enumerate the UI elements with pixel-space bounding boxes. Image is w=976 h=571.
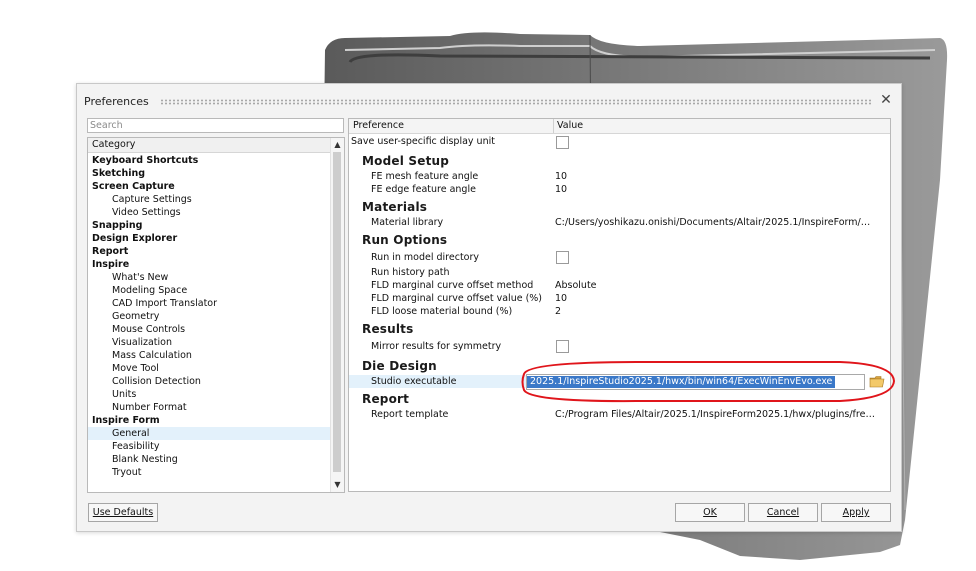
category-item[interactable]: Sketching <box>88 167 330 180</box>
pref-row-run-in-dir: Run in model directory <box>349 251 890 264</box>
value-column-header: Value <box>553 119 583 133</box>
close-icon[interactable]: ✕ <box>879 93 893 107</box>
category-item[interactable]: Screen Capture <box>88 180 330 193</box>
apply-button[interactable]: Apply <box>821 503 891 522</box>
mirror-results-checkbox[interactable] <box>556 340 569 353</box>
category-item[interactable]: Geometry <box>88 310 330 323</box>
pref-row-fld-method: FLD marginal curve offset method Absolut… <box>349 279 890 292</box>
studio-executable-value: 2025.1/InspireStudio2025.1/hwx/bin/win64… <box>527 376 836 388</box>
preferences-panel: Preference Value Save user-specific disp… <box>348 118 891 492</box>
pref-label: FLD loose material bound (%) <box>371 306 513 317</box>
fld-method-value[interactable]: Absolute <box>555 279 597 292</box>
cancel-label: Cancel <box>766 507 800 518</box>
category-item[interactable]: Snapping <box>88 219 330 232</box>
category-list: Keyboard Shortcuts Sketching Screen Captur… <box>88 154 330 479</box>
section-results: Results <box>362 322 414 336</box>
category-item[interactable]: Visualization <box>88 336 330 349</box>
pref-row-fe-mesh: FE mesh feature angle 10 <box>349 170 890 183</box>
category-item[interactable]: Tryout <box>88 466 330 479</box>
pref-row-fld-value: FLD marginal curve offset value (%) 10 <box>349 292 890 305</box>
section-run-options: Run Options <box>362 233 448 247</box>
pref-row-history-path: Run history path <box>349 266 890 279</box>
dialog-title: Preferences <box>84 95 149 108</box>
category-item[interactable]: Blank Nesting <box>88 453 330 466</box>
drag-grip[interactable] <box>160 99 871 105</box>
pref-label: Material library <box>371 217 444 228</box>
pref-label: Studio executable <box>371 376 457 387</box>
pref-row-report-template: Report template C:/Program Files/Altair/… <box>349 408 890 421</box>
category-scrollbar[interactable]: ▲ ▼ <box>330 138 344 492</box>
save-display-unit-checkbox[interactable] <box>556 136 569 149</box>
category-item[interactable]: Video Settings <box>88 206 330 219</box>
pref-row-save-display-unit: Save user-specific display unit <box>349 135 890 149</box>
pref-row-material-library: Material library C:/Users/yoshikazu.onis… <box>349 216 890 229</box>
pref-row-mirror: Mirror results for symmetry <box>349 340 890 353</box>
preferences-dialog: Preferences ✕ Category Keyboard Shortcut… <box>76 83 902 532</box>
pref-row-fld-loose: FLD loose material bound (%) 2 <box>349 305 890 318</box>
category-item[interactable]: Units <box>88 388 330 401</box>
section-model-setup: Model Setup <box>362 154 450 168</box>
use-defaults-label: Use Defaults <box>92 507 154 518</box>
run-in-dir-checkbox[interactable] <box>556 251 569 264</box>
category-item[interactable]: Mouse Controls <box>88 323 330 336</box>
pref-row-studio-executable[interactable]: Studio executable <box>349 375 530 388</box>
category-item[interactable]: Modeling Space <box>88 284 330 297</box>
category-item[interactable]: Move Tool <box>88 362 330 375</box>
pref-label: Run in model directory <box>371 252 480 263</box>
category-item[interactable]: CAD Import Translator <box>88 297 330 310</box>
section-materials: Materials <box>362 200 428 214</box>
category-item[interactable]: General <box>88 427 330 440</box>
preferences-table-header: Preference Value <box>349 119 890 134</box>
category-item[interactable]: Capture Settings <box>88 193 330 206</box>
pref-label: Save user-specific display unit <box>351 136 495 147</box>
pref-row-fe-edge: FE edge feature angle 10 <box>349 183 890 196</box>
category-item[interactable]: Report <box>88 245 330 258</box>
category-item[interactable]: Number Format <box>88 401 330 414</box>
report-template-value[interactable]: C:/Program Files/Altair/2025.1/InspireFo… <box>555 408 875 421</box>
category-item[interactable]: Mass Calculation <box>88 349 330 362</box>
category-item[interactable]: Collision Detection <box>88 375 330 388</box>
category-item[interactable]: Feasibility <box>88 440 330 453</box>
pref-label: Mirror results for symmetry <box>371 341 502 352</box>
chevron-down-icon[interactable]: ▼ <box>331 479 344 491</box>
category-panel: Category Keyboard Shortcuts Sketching Scre… <box>87 137 345 493</box>
fe-mesh-value[interactable]: 10 <box>555 170 567 183</box>
use-defaults-button[interactable]: Use Defaults <box>88 503 158 522</box>
category-item[interactable]: Inspire Form <box>88 414 330 427</box>
pref-label: FE mesh feature angle <box>371 171 479 182</box>
pref-label: FE edge feature angle <box>371 184 476 195</box>
ok-label: OK <box>703 507 717 518</box>
scrollbar-thumb[interactable] <box>333 152 341 472</box>
section-die-design: Die Design <box>362 359 437 373</box>
title-bar[interactable]: Preferences ✕ <box>77 84 901 118</box>
apply-label: Apply <box>842 507 870 518</box>
preference-column-header: Preference <box>353 120 404 131</box>
category-item[interactable]: Inspire <box>88 258 330 271</box>
fld-loose-value[interactable]: 2 <box>555 305 561 318</box>
chevron-up-icon[interactable]: ▲ <box>331 139 344 151</box>
folder-icon[interactable] <box>869 375 885 388</box>
category-item[interactable]: Design Explorer <box>88 232 330 245</box>
category-header: Category <box>88 138 330 153</box>
category-item[interactable]: What's New <box>88 271 330 284</box>
category-item[interactable]: Keyboard Shortcuts <box>88 154 330 167</box>
pref-label: FLD marginal curve offset value (%) <box>371 293 543 304</box>
section-report: Report <box>362 392 410 406</box>
search-input[interactable] <box>87 118 344 133</box>
material-library-value[interactable]: C:/Users/yoshikazu.onishi/Documents/Alta… <box>555 216 870 229</box>
fld-value-value[interactable]: 10 <box>555 292 567 305</box>
pref-label: Report template <box>371 409 449 420</box>
studio-executable-input[interactable]: 2025.1/InspireStudio2025.1/hwx/bin/win64… <box>526 374 865 390</box>
fe-edge-value[interactable]: 10 <box>555 183 567 196</box>
cancel-button[interactable]: Cancel <box>748 503 818 522</box>
ok-button[interactable]: OK <box>675 503 745 522</box>
pref-label: Run history path <box>371 267 450 278</box>
pref-label: FLD marginal curve offset method <box>371 280 534 291</box>
